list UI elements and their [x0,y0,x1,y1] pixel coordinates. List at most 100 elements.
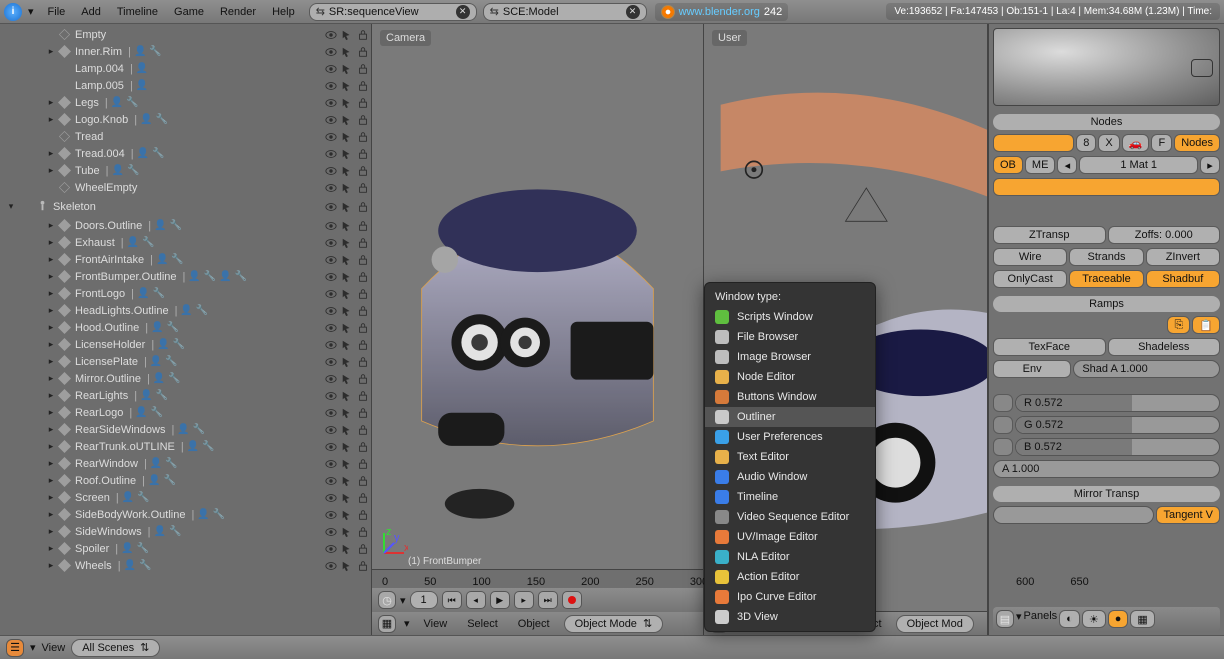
a-slider[interactable]: A 1.000 [993,460,1220,478]
selectable-icon[interactable] [341,492,353,504]
visibility-icon[interactable] [325,322,337,334]
expand-icon[interactable]: ▸ [44,339,58,350]
visibility-icon[interactable] [325,97,337,109]
visibility-icon[interactable] [325,46,337,58]
visibility-icon[interactable] [325,458,337,470]
selectable-icon[interactable] [341,237,353,249]
window-type-item[interactable]: Outliner [705,407,875,427]
visibility-icon[interactable] [325,201,337,213]
expand-icon[interactable]: ▸ [44,46,58,57]
menu-add[interactable]: Add [73,2,109,22]
viewport-camera[interactable]: Camera x z y (1) Fr [372,24,704,635]
selectable-icon[interactable] [341,322,353,334]
paste-icon[interactable]: 📋 [1192,316,1220,334]
visibility-icon[interactable] [325,373,337,385]
blender-link[interactable]: www.blender.org 242 [655,3,789,21]
selectable-icon[interactable] [341,339,353,351]
selectable-icon[interactable] [341,305,353,317]
r-slider[interactable]: R 0.572 [1015,394,1220,412]
render-icon[interactable] [357,356,369,368]
menu-timeline[interactable]: Timeline [109,2,166,22]
mode-selector[interactable]: Object Mode⇅ [564,615,664,633]
texface-button[interactable]: TexFace [993,338,1106,356]
render-icon[interactable] [357,560,369,572]
visibility-icon[interactable] [325,131,337,143]
menu-file[interactable]: File [40,2,74,22]
selectable-icon[interactable] [341,441,353,453]
context-icon[interactable]: ◐ [1059,610,1080,628]
context-icon[interactable]: ▦ [1130,610,1154,628]
tangent-button[interactable]: Tangent V [1156,506,1220,524]
shad-slider[interactable]: Shad A 1.000 [1073,360,1220,378]
expand-icon[interactable]: ▸ [44,165,58,176]
outliner-item[interactable]: ▸FrontAirIntake|👤🔧 [0,251,371,268]
window-type-item[interactable]: Buttons Window [705,387,875,407]
selectable-icon[interactable] [341,288,353,300]
outliner-item[interactable]: ▸Hood.Outline|👤🔧 [0,319,371,336]
visibility-icon[interactable] [325,475,337,487]
render-icon[interactable] [357,509,369,521]
selectable-icon[interactable] [341,526,353,538]
delete-button[interactable]: X [1098,134,1119,152]
outliner-item[interactable]: ▸RearTrunk.oUTLINE|👤🔧 [0,438,371,455]
shadbuf-button[interactable]: Shadbuf [1146,270,1220,288]
selectable-icon[interactable] [341,475,353,487]
selectable-icon[interactable] [341,509,353,521]
color-swatch[interactable] [993,416,1013,434]
visibility-icon[interactable] [325,356,337,368]
selectable-icon[interactable] [341,165,353,177]
selectable-icon[interactable] [341,80,353,92]
expand-icon[interactable]: ▸ [44,475,58,486]
visibility-icon[interactable] [325,339,337,351]
forward-end-button[interactable]: ⏭ [538,591,558,609]
visibility-icon[interactable] [325,63,337,75]
visibility-icon[interactable] [325,424,337,436]
outliner-item[interactable]: ▸Screen|👤🔧 [0,489,371,506]
view-menu[interactable]: View [418,618,454,630]
outliner-item[interactable]: ▸RearWindow|👤🔧 [0,455,371,472]
window-type-item[interactable]: Ipo Curve Editor [705,587,875,607]
render-icon[interactable] [357,458,369,470]
render-icon[interactable] [357,492,369,504]
outliner-item[interactable]: Tread [0,128,371,145]
visibility-icon[interactable] [325,114,337,126]
expand-icon[interactable]: ▸ [44,220,58,231]
expand-icon[interactable]: ▸ [44,373,58,384]
outliner-item[interactable]: ▸SideWindows|👤🔧 [0,523,371,540]
expand-icon[interactable]: ▸ [44,407,58,418]
render-icon[interactable] [357,254,369,266]
expand-icon[interactable]: ▸ [44,560,58,571]
selectable-icon[interactable] [341,407,353,419]
outliner-item[interactable]: ▸Doors.Outline|👤🔧 [0,217,371,234]
render-icon[interactable] [357,165,369,177]
b-slider[interactable]: B 0.572 [1015,438,1220,456]
play-button[interactable]: ▶ [490,591,510,609]
strands-button[interactable]: Strands [1069,248,1143,266]
outliner-item[interactable]: ▸Inner.Rim|👤🔧 [0,43,371,60]
expand-icon[interactable]: ▸ [44,509,58,520]
render-icon[interactable] [357,475,369,487]
view-menu[interactable]: View [42,642,66,654]
step-back-button[interactable]: ◂ [466,591,486,609]
mirror-slider[interactable] [993,506,1154,524]
window-type-item[interactable]: 3D View [705,607,875,627]
render-icon[interactable] [357,424,369,436]
outliner-item[interactable]: ▸RearLogo|👤🔧 [0,404,371,421]
context-icon[interactable]: ● [1108,610,1129,628]
outliner-item[interactable]: ▸Mirror.Outline|👤🔧 [0,370,371,387]
expand-icon[interactable]: ▸ [44,322,58,333]
visibility-icon[interactable] [325,80,337,92]
panels-menu[interactable]: Panels [1024,610,1058,628]
selectable-icon[interactable] [341,560,353,572]
outliner-item[interactable]: ▸SideBodyWork.Outline|👤🔧 [0,506,371,523]
selectable-icon[interactable] [341,114,353,126]
window-type-item[interactable]: Text Editor [705,447,875,467]
g-slider[interactable]: G 0.572 [1015,416,1220,434]
expand-icon[interactable]: ▸ [44,441,58,452]
outliner-item[interactable]: ▸RearLights|👤🔧 [0,387,371,404]
ob-button[interactable]: OB [993,156,1023,174]
color-swatch[interactable] [993,438,1013,456]
expand-icon[interactable]: ▸ [44,305,58,316]
window-type-item[interactable]: Image Browser [705,347,875,367]
outliner-item[interactable]: ▸Legs|👤🔧 [0,94,371,111]
